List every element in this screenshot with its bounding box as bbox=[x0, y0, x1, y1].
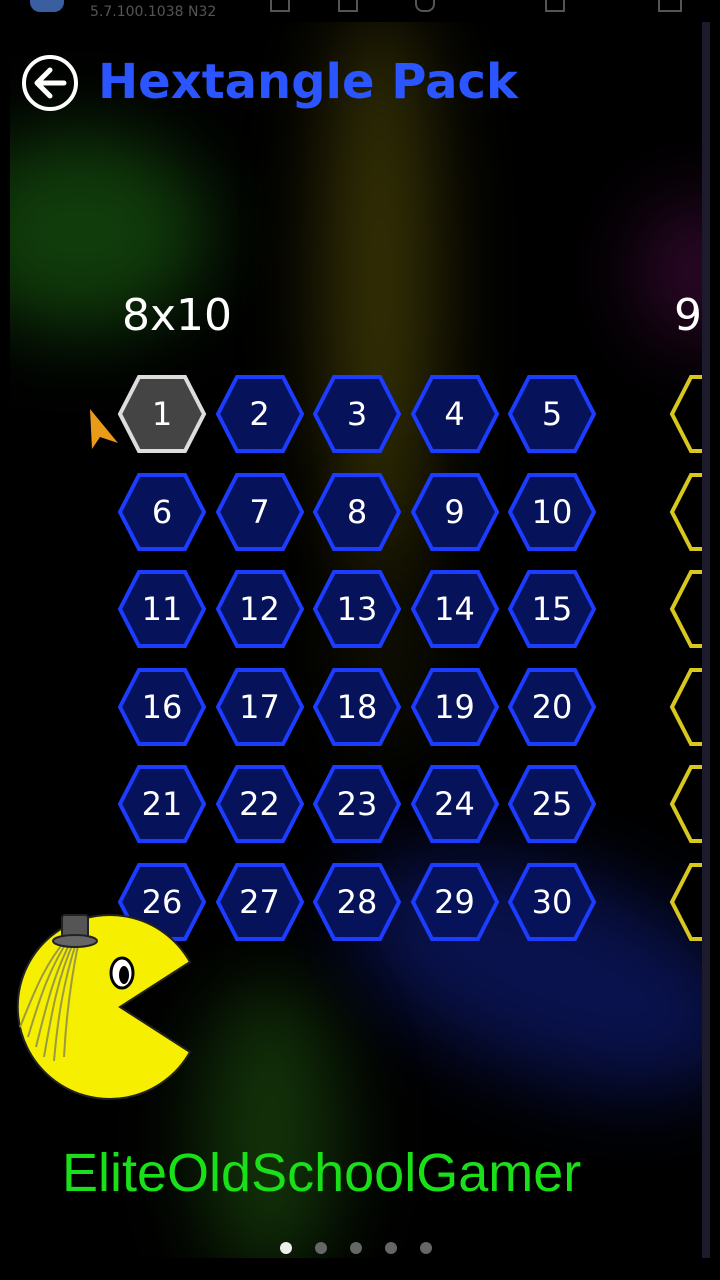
level-button[interactable]: 24 bbox=[410, 764, 500, 844]
status-icon bbox=[545, 0, 565, 12]
level-number: 6 bbox=[151, 492, 173, 531]
page-title: Hextangle Pack bbox=[98, 54, 518, 110]
level-button[interactable]: 12 bbox=[215, 569, 305, 649]
level-button[interactable]: 18 bbox=[312, 667, 402, 747]
level-number: 10 bbox=[531, 492, 573, 531]
level-button[interactable]: 7 bbox=[215, 472, 305, 552]
level-number: 23 bbox=[336, 785, 378, 823]
status-icon bbox=[658, 0, 682, 12]
level-number: 21 bbox=[141, 785, 183, 823]
level-number: 20 bbox=[531, 687, 573, 726]
level-button[interactable]: 22 bbox=[215, 764, 305, 844]
level-number: 4 bbox=[444, 395, 465, 433]
level-button[interactable]: 20 bbox=[507, 667, 597, 747]
level-number: 7 bbox=[249, 492, 270, 531]
level-number: 12 bbox=[239, 590, 280, 628]
watermark-text: EliteOldSchoolGamer bbox=[62, 1143, 582, 1203]
level-button[interactable]: 4 bbox=[669, 667, 702, 747]
cursor-arrow-icon bbox=[90, 409, 118, 449]
page-dot[interactable] bbox=[280, 1242, 292, 1254]
back-button[interactable] bbox=[22, 55, 78, 111]
level-button[interactable]: 14 bbox=[410, 569, 500, 649]
level-number: 4 bbox=[669, 667, 702, 747]
level-button[interactable]: 21 bbox=[117, 764, 207, 844]
level-number: 30 bbox=[531, 882, 573, 921]
level-button[interactable]: 30 bbox=[507, 862, 597, 942]
level-button[interactable]: 27 bbox=[215, 862, 305, 942]
level-button[interactable]: 25 bbox=[507, 764, 597, 844]
pack-label: 8x10 bbox=[122, 290, 233, 341]
level-number: 22 bbox=[239, 785, 280, 823]
level-button[interactable]: 5 bbox=[669, 764, 702, 844]
level-number: 29 bbox=[434, 882, 475, 921]
level-button[interactable]: 6 bbox=[117, 472, 207, 552]
level-number: 5 bbox=[669, 862, 702, 942]
level-button[interactable]: 13 bbox=[312, 569, 402, 649]
level-number: 3 bbox=[346, 395, 368, 433]
level-number: 2 bbox=[249, 395, 270, 433]
level-button[interactable]: 2 bbox=[215, 374, 305, 454]
level-number: 24 bbox=[434, 785, 475, 823]
pack-label-next: 9 bbox=[674, 290, 702, 341]
level-button[interactable]: 19 bbox=[410, 667, 500, 747]
level-button[interactable]: 3 bbox=[312, 374, 402, 454]
level-button[interactable]: 5 bbox=[669, 862, 702, 942]
level-number: 3 bbox=[669, 374, 702, 454]
page-dot[interactable] bbox=[350, 1242, 362, 1254]
level-number: 4 bbox=[669, 569, 702, 649]
status-icon bbox=[338, 0, 358, 12]
level-number: 5 bbox=[541, 395, 563, 433]
level-number: 8 bbox=[346, 492, 368, 531]
pacman-mascot-icon bbox=[16, 914, 192, 1100]
game-screen: Hextangle Pack 8x10 9 1 2 3 4 5 6 7 8 9 10 11 12 13 1… bbox=[10, 22, 702, 1258]
level-number: 5 bbox=[669, 764, 702, 844]
page-dot[interactable] bbox=[385, 1242, 397, 1254]
page-dot[interactable] bbox=[420, 1242, 432, 1254]
level-button[interactable]: 15 bbox=[507, 569, 597, 649]
status-icon bbox=[270, 0, 290, 12]
app-icon bbox=[30, 0, 64, 12]
level-button[interactable]: 8 bbox=[312, 472, 402, 552]
arrow-left-circle-icon bbox=[34, 67, 67, 99]
level-number: 3 bbox=[669, 472, 702, 552]
page-indicator bbox=[270, 1236, 450, 1256]
level-button[interactable]: 11 bbox=[117, 569, 207, 649]
level-number: 13 bbox=[336, 590, 378, 628]
level-number: 27 bbox=[239, 882, 280, 921]
level-button[interactable]: 4 bbox=[669, 569, 702, 649]
level-button[interactable]: 4 bbox=[410, 374, 500, 454]
status-icon bbox=[415, 0, 435, 12]
level-number: 28 bbox=[336, 882, 378, 921]
level-button[interactable]: 23 bbox=[312, 764, 402, 844]
level-button[interactable]: 29 bbox=[410, 862, 500, 942]
level-button[interactable]: 9 bbox=[410, 472, 500, 552]
level-number: 19 bbox=[434, 687, 475, 726]
page-dot[interactable] bbox=[315, 1242, 327, 1254]
level-number: 11 bbox=[141, 590, 183, 628]
level-button[interactable]: 10 bbox=[507, 472, 597, 552]
level-number: 17 bbox=[239, 687, 280, 726]
level-button[interactable]: 3 bbox=[669, 472, 702, 552]
level-button[interactable]: 3 bbox=[669, 374, 702, 454]
level-button[interactable]: 1 bbox=[117, 374, 207, 454]
level-number: 15 bbox=[531, 590, 573, 628]
level-button[interactable]: 16 bbox=[117, 667, 207, 747]
header: Hextangle Pack bbox=[10, 52, 702, 122]
level-number: 14 bbox=[434, 590, 475, 628]
scrollbar bbox=[702, 22, 710, 1258]
status-bar: 5.7.100.1038 N32 bbox=[0, 0, 720, 22]
level-button[interactable]: 5 bbox=[507, 374, 597, 454]
level-number: 1 bbox=[151, 395, 173, 433]
level-number: 9 bbox=[444, 492, 465, 531]
level-button[interactable]: 17 bbox=[215, 667, 305, 747]
level-number: 16 bbox=[141, 687, 183, 726]
status-version-text: 5.7.100.1038 N32 bbox=[90, 4, 217, 20]
level-number: 25 bbox=[531, 785, 573, 823]
level-number: 18 bbox=[336, 687, 378, 726]
level-button[interactable]: 28 bbox=[312, 862, 402, 942]
